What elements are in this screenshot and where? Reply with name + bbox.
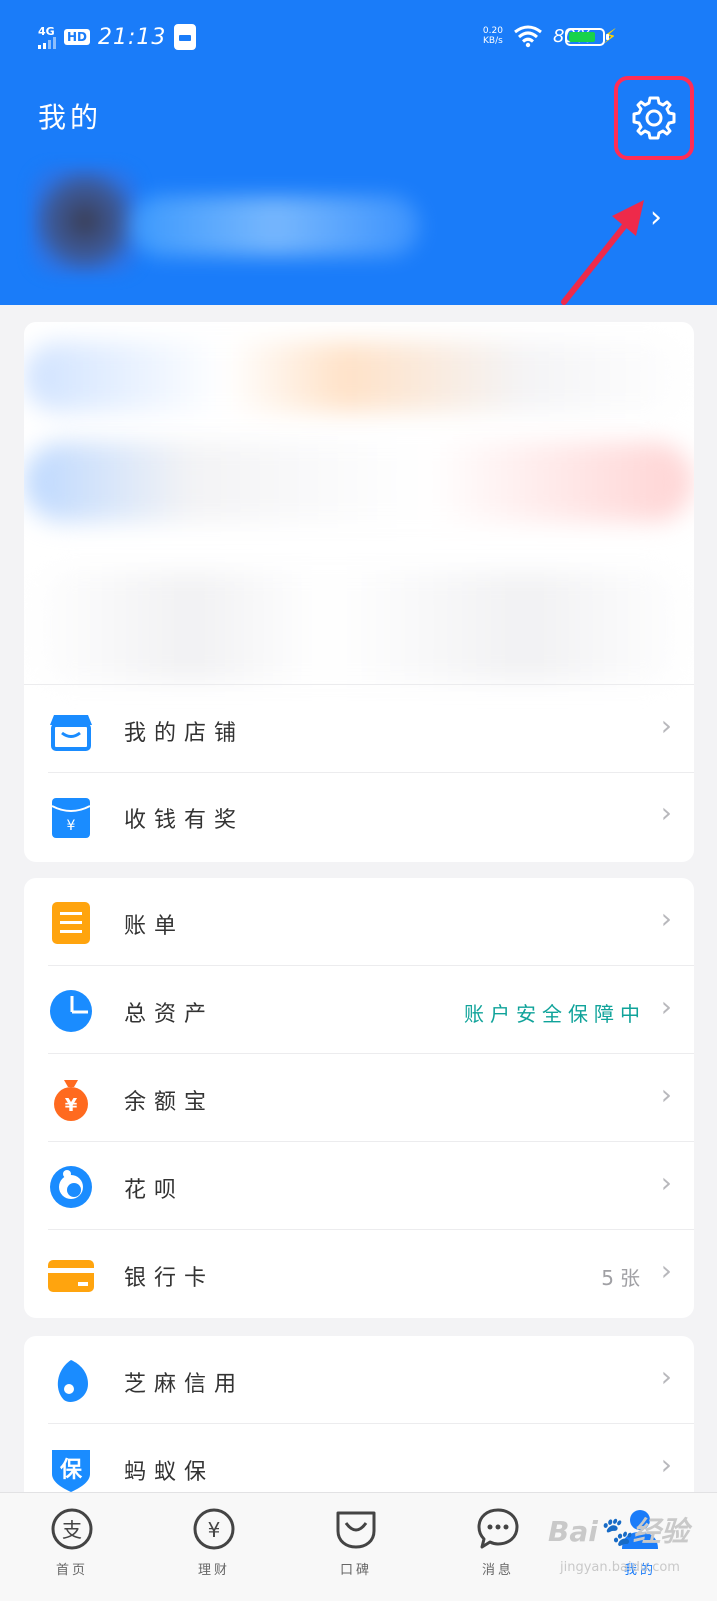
settings-button[interactable] bbox=[614, 76, 694, 160]
blurred-row-3 bbox=[24, 572, 694, 682]
page-title: 我的 bbox=[38, 101, 103, 134]
svg-text:¥: ¥ bbox=[67, 818, 76, 834]
list-item-store[interactable]: 我的店铺 › bbox=[24, 684, 694, 773]
gear-icon bbox=[632, 96, 676, 140]
ant-insurance-icon-text: 保 bbox=[59, 1458, 83, 1483]
chevron-right-icon: › bbox=[660, 1254, 672, 1287]
list-item-sesame-credit[interactable]: 芝麻信用 › bbox=[24, 1336, 694, 1424]
list-item-bill[interactable]: 账单 › bbox=[24, 878, 694, 966]
koubei-icon bbox=[336, 1511, 376, 1549]
credit-card: 芝麻信用 › 保 蚂蚁保 › bbox=[24, 1336, 694, 1516]
network-type: 4G bbox=[38, 24, 55, 38]
bill-icon bbox=[52, 902, 90, 944]
wifi-icon bbox=[514, 25, 542, 48]
account-name-blurred bbox=[130, 196, 420, 256]
list-item-yuebao[interactable]: ¥ 余额宝 › bbox=[24, 1054, 694, 1142]
tab-label: 口碑 bbox=[339, 1563, 372, 1578]
wealth-icon: ¥ bbox=[193, 1508, 235, 1550]
status-bar: 4G HD 21:13 0.20 KB/s 80% ⚡ bbox=[0, 18, 717, 60]
baidu-watermark-url: jingyan.baidu.com bbox=[560, 1560, 680, 1575]
tab-label: 首页 bbox=[55, 1563, 88, 1578]
cellular-signal: 4G bbox=[38, 26, 56, 49]
finance-card: 账单 › 总资产 账户安全保障中 › ¥ 余额宝 › 花呗 › 银行卡 5张 › bbox=[24, 878, 694, 1318]
avatar bbox=[30, 166, 140, 276]
wealth-icon-text: ¥ bbox=[208, 1518, 221, 1542]
store-icon bbox=[50, 715, 92, 751]
home-icon-text: 支 bbox=[62, 1518, 82, 1542]
tab-home[interactable]: 支 首页 bbox=[32, 1507, 112, 1578]
list-item-bank-card[interactable]: 银行卡 5张 › bbox=[24, 1230, 694, 1318]
chevron-right-icon: › bbox=[660, 1078, 672, 1111]
baidu-watermark: Bai🐾经验 bbox=[548, 1515, 689, 1548]
tab-label: 消息 bbox=[481, 1563, 514, 1578]
tab-wealth[interactable]: ¥ 理财 bbox=[174, 1507, 254, 1578]
battery-fill bbox=[569, 32, 595, 42]
row-label: 花呗 bbox=[124, 1178, 185, 1203]
huabei-icon bbox=[50, 1166, 92, 1208]
hd-badge: HD bbox=[64, 29, 91, 45]
blurred-row-2 bbox=[24, 442, 694, 522]
net-speed-unit: KB/s bbox=[483, 36, 503, 46]
bank-card-count: 5张 bbox=[601, 1266, 646, 1290]
row-label: 收钱有奖 bbox=[124, 808, 245, 833]
tab-koubei[interactable]: 口碑 bbox=[316, 1507, 396, 1578]
pie-chart-icon bbox=[50, 990, 92, 1032]
chevron-right-icon: › bbox=[660, 1360, 672, 1393]
tab-label: 理财 bbox=[197, 1563, 230, 1578]
ant-insurance-icon: 保 bbox=[52, 1450, 90, 1492]
list-item-huabei[interactable]: 花呗 › bbox=[24, 1142, 694, 1230]
chevron-right-icon: › bbox=[660, 796, 672, 829]
svg-text:¥: ¥ bbox=[65, 1095, 78, 1116]
bank-card-icon bbox=[48, 1260, 94, 1292]
row-label: 蚂蚁保 bbox=[124, 1460, 215, 1485]
net-speed-value: 0.20 bbox=[482, 26, 503, 36]
battery-icon bbox=[565, 28, 609, 46]
list-item-total-assets[interactable]: 总资产 账户安全保障中 › bbox=[24, 966, 694, 1054]
row-label: 总资产 bbox=[124, 1002, 215, 1027]
blurred-row-1 bbox=[24, 342, 694, 412]
row-label: 芝麻信用 bbox=[124, 1372, 245, 1397]
chevron-right-icon: › bbox=[660, 990, 672, 1023]
profile-card-blurred[interactable] bbox=[30, 166, 420, 286]
account-overview-card: 我的店铺 › ¥ 收钱有奖 › bbox=[24, 322, 694, 862]
alipay-home-icon: 支 bbox=[51, 1508, 93, 1550]
list-item-cash-reward[interactable]: ¥ 收钱有奖 › bbox=[24, 772, 694, 860]
chevron-right-icon: › bbox=[660, 709, 672, 742]
chevron-right-icon: › bbox=[660, 1448, 672, 1481]
row-label: 我的店铺 bbox=[124, 721, 245, 746]
tab-messages[interactable]: 消息 bbox=[458, 1507, 538, 1578]
chevron-right-icon: › bbox=[660, 902, 672, 935]
row-label: 余额宝 bbox=[124, 1090, 215, 1115]
net-speed: 0.20 KB/s bbox=[483, 26, 503, 46]
clock: 21:13 bbox=[98, 24, 167, 50]
red-envelope-icon: ¥ bbox=[51, 798, 91, 838]
chevron-right-icon: › bbox=[660, 1166, 672, 1199]
message-icon bbox=[477, 1508, 519, 1549]
signal-bars-icon bbox=[38, 36, 56, 49]
money-bag-icon: ¥ bbox=[54, 1080, 88, 1121]
row-label: 账单 bbox=[124, 914, 185, 939]
sim-notification-icon bbox=[174, 24, 197, 50]
security-status-text: 账户安全保障中 bbox=[464, 1002, 646, 1026]
sesame-credit-icon bbox=[57, 1360, 88, 1403]
row-label: 银行卡 bbox=[124, 1266, 215, 1291]
annotation-arrow bbox=[561, 200, 644, 305]
